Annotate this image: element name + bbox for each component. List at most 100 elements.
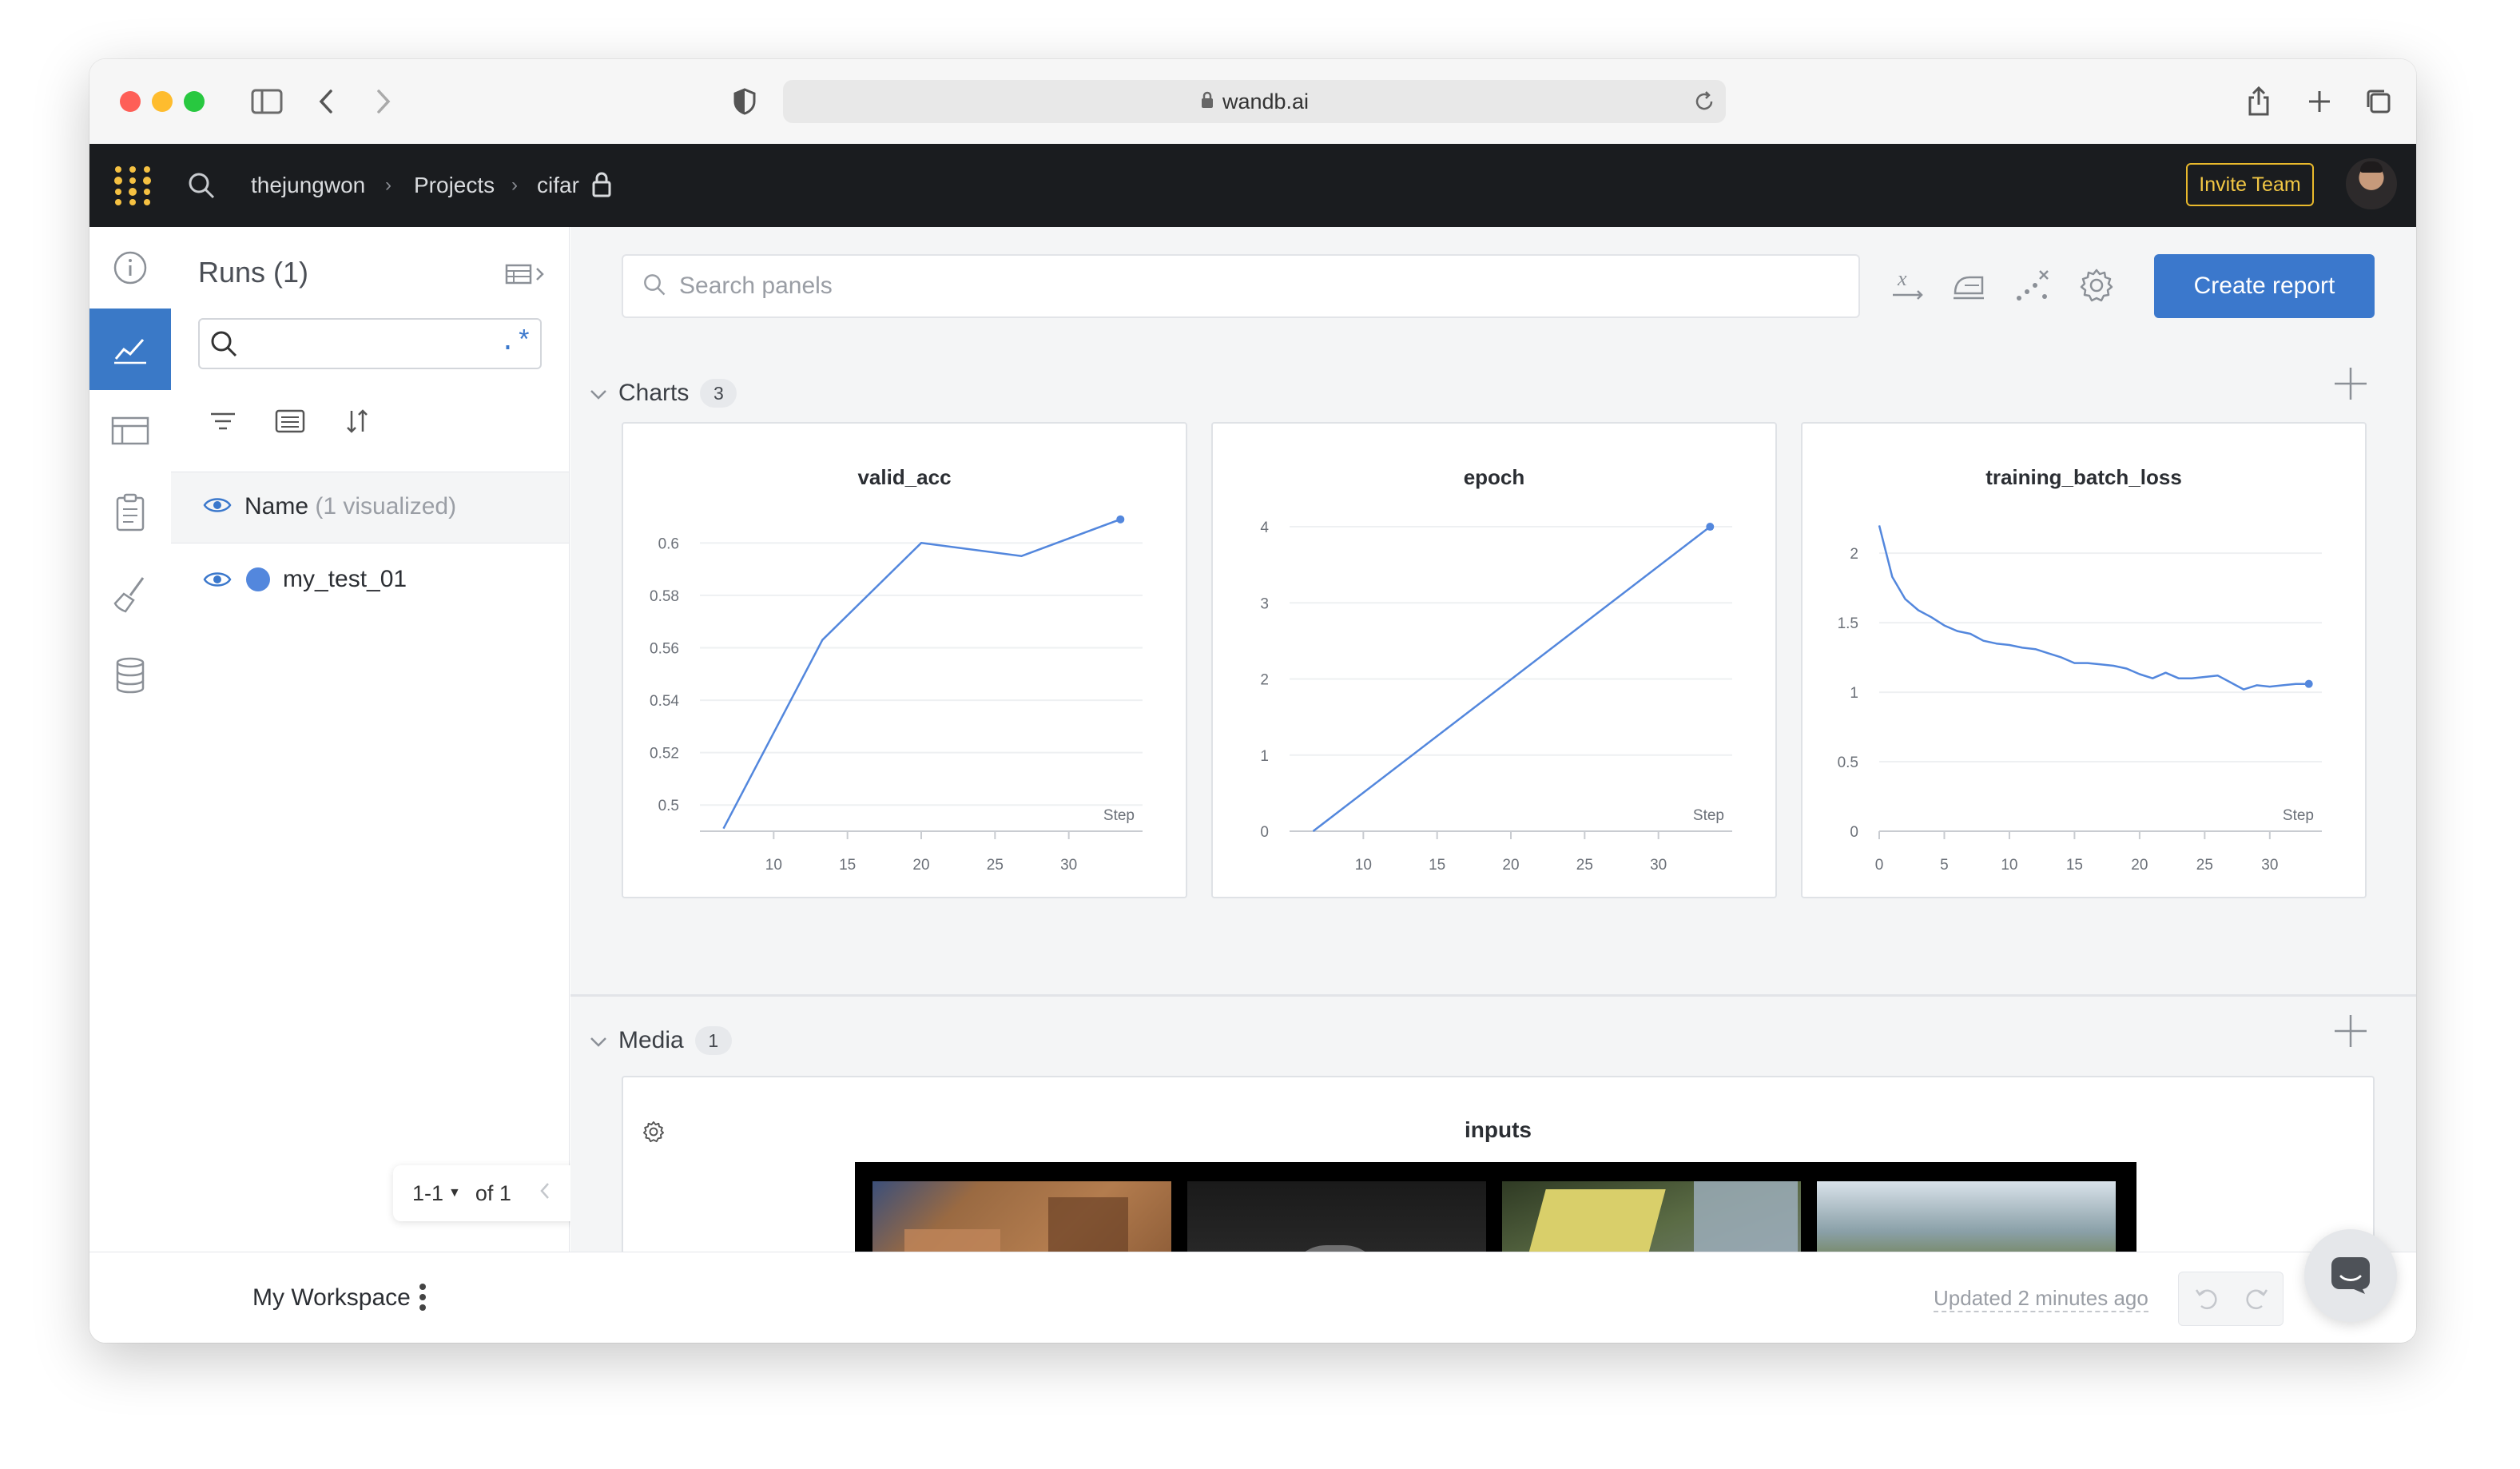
media-panel-inputs[interactable]: inputs <box>622 1076 2375 1252</box>
run-row[interactable]: my_test_01 <box>171 543 569 615</box>
forward-icon[interactable] <box>368 82 399 121</box>
add-panel-plus-icon[interactable] <box>2333 366 2368 405</box>
prev-page-icon[interactable] <box>539 1181 551 1206</box>
regex-toggle[interactable]: .* <box>499 328 532 358</box>
create-report-button[interactable]: Create report <box>2154 254 2375 318</box>
group-icon[interactable] <box>275 409 305 437</box>
breadcrumb-entity[interactable]: thejungwon <box>251 144 365 227</box>
share-icon[interactable] <box>2239 82 2279 121</box>
input-image-2[interactable] <box>1187 1181 1486 1252</box>
search-panels-input[interactable]: Search panels <box>622 254 1860 318</box>
run-color-dot[interactable] <box>246 567 270 591</box>
chart-svg-1: epoch 0 1 2 3 4 10 15 20 25 30 Step <box>1260 465 1732 874</box>
y-tick-label: 0 <box>1260 824 1269 841</box>
close-window-button[interactable] <box>120 91 141 112</box>
outliers-scatter-icon[interactable] <box>2009 259 2057 312</box>
y-tick-label: 0.58 <box>650 588 679 605</box>
x-tick-label: 10 <box>765 857 782 874</box>
last-point-marker[interactable] <box>1706 523 1715 531</box>
private-lock-icon <box>591 171 612 202</box>
app-header: thejungwon › Projects › cifar <box>89 144 2416 227</box>
more-vertical-icon[interactable] <box>419 1283 427 1316</box>
svg-text:x: x <box>1897 268 1907 290</box>
run-name[interactable]: my_test_01 <box>283 566 407 593</box>
charts-section-header[interactable]: Charts 3 <box>590 379 737 408</box>
image-strip <box>855 1162 2136 1252</box>
redo-icon[interactable] <box>2243 1285 2270 1316</box>
lock-icon <box>1200 90 1214 114</box>
reports-clipboard-icon[interactable] <box>89 472 171 553</box>
runs-table-toggle-icon[interactable] <box>505 262 548 290</box>
support-chat-button[interactable] <box>2304 1229 2397 1322</box>
y-tick-label: 1 <box>1260 748 1269 765</box>
page-total: of 1 <box>475 1180 511 1205</box>
add-panel-plus-icon[interactable] <box>2333 1013 2368 1053</box>
visualized-count: (1 visualized) <box>315 493 457 520</box>
x-tick-label: 30 <box>2261 857 2278 874</box>
eye-icon[interactable] <box>203 495 232 520</box>
undo-redo-group <box>2178 1272 2284 1326</box>
chevron-down-icon[interactable] <box>590 1027 607 1054</box>
chart-svg-2: training_batch_loss00.511.520 5 10 15 20 25 30… <box>1838 465 2322 874</box>
chart-title: training_batch_loss <box>1985 465 2182 489</box>
search-icon <box>209 329 238 362</box>
eye-icon[interactable] <box>203 569 232 594</box>
name-column-header[interactable]: Name (1 visualized) <box>244 493 456 520</box>
chart-panel-epoch[interactable]: epoch 0 1 2 3 4 10 15 20 25 30 Step <box>1211 422 1777 898</box>
overview-info-icon[interactable] <box>89 227 171 309</box>
table-icon[interactable] <box>89 390 171 472</box>
media-section-header[interactable]: Media 1 <box>590 1026 732 1055</box>
smoothing-iron-icon[interactable] <box>1945 259 1993 312</box>
x-tick-label: 25 <box>2196 857 2213 874</box>
settings-gear-icon[interactable] <box>2073 259 2121 312</box>
last-point-marker[interactable] <box>2304 679 2313 688</box>
input-image-1[interactable] <box>872 1181 1171 1252</box>
series-line[interactable] <box>722 518 1121 830</box>
search-icon[interactable] <box>187 171 216 204</box>
wandb-logo-icon[interactable] <box>110 163 155 212</box>
media-section-title: Media <box>618 1027 684 1053</box>
y-tick-label: 0.54 <box>650 693 679 710</box>
series-line[interactable] <box>1878 525 2309 691</box>
invite-team-button[interactable]: Invite Team <box>2186 163 2314 206</box>
y-tick-label: 1 <box>1850 685 1858 702</box>
minimize-window-button[interactable] <box>152 91 173 112</box>
media-count-badge: 1 <box>694 1026 732 1055</box>
breadcrumb-project[interactable]: cifar <box>537 144 579 227</box>
reload-icon[interactable] <box>1692 90 1716 117</box>
y-tick-label: 0.56 <box>650 640 679 657</box>
page-range-select[interactable]: 1-1 <box>412 1181 443 1206</box>
user-avatar[interactable] <box>2346 158 2397 209</box>
sidebar-toggle-icon[interactable] <box>243 82 291 121</box>
x-axis-label: Step <box>1693 807 1724 824</box>
runs-search-input[interactable]: .* <box>198 318 542 369</box>
sweeps-broom-icon[interactable] <box>89 553 171 635</box>
address-bar[interactable]: wandb.ai <box>783 80 1726 123</box>
x-tick-label: 5 <box>1940 857 1949 874</box>
x-tick-label: 10 <box>2001 857 2017 874</box>
browser-window: wandb.ai thejungwon › Projects › cifar I… <box>89 59 2416 1343</box>
chart-title: valid_acc <box>857 465 951 489</box>
shield-icon[interactable] <box>729 82 761 121</box>
x-tick-label: 20 <box>1502 857 1519 874</box>
workspace-charts-icon[interactable] <box>89 309 171 390</box>
workspace-name[interactable]: My Workspace <box>252 1284 411 1312</box>
new-tab-icon[interactable] <box>2299 82 2339 121</box>
filter-icon[interactable] <box>209 409 236 437</box>
chart-panel-training-batch-loss[interactable]: training_batch_loss 0 0.5 1 1.5 2 0 5 10 15 20 25 30… <box>1801 422 2367 898</box>
sort-icon[interactable] <box>344 408 371 439</box>
caret-down-icon[interactable]: ▼ <box>448 1186 461 1200</box>
tab-overview-icon[interactable] <box>2359 82 2399 121</box>
x-tick-label: 30 <box>1060 857 1077 874</box>
artifacts-database-icon[interactable] <box>89 635 171 716</box>
x-axis-settings-icon[interactable]: x <box>1884 259 1932 312</box>
input-image-4[interactable] <box>1817 1181 2116 1252</box>
chevron-down-icon[interactable] <box>590 380 607 407</box>
chart-panel-valid-acc[interactable]: valid_acc 0.5 0.52 0.54 0.56 0.58 0.6 10 15 20 25 3… <box>622 422 1187 898</box>
last-point-marker[interactable] <box>1116 515 1125 524</box>
input-image-3[interactable] <box>1502 1181 1801 1252</box>
zoom-window-button[interactable] <box>184 91 205 112</box>
back-icon[interactable] <box>310 82 342 121</box>
undo-icon[interactable] <box>2193 1285 2220 1316</box>
breadcrumb-projects[interactable]: Projects <box>414 144 495 227</box>
